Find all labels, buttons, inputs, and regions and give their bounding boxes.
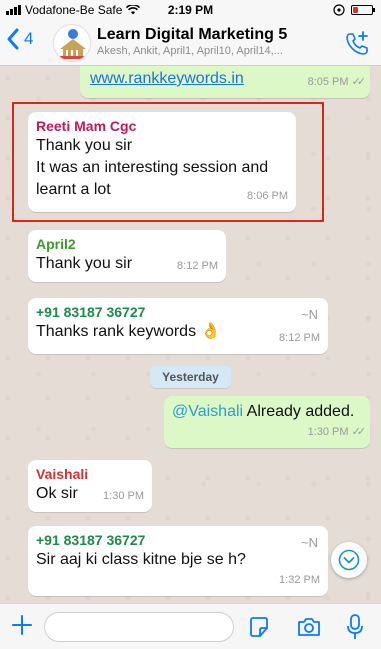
ok-hand-emoji: 👌 bbox=[200, 323, 221, 340]
scroll-down-button[interactable] bbox=[331, 542, 367, 578]
message-meta: 1:30 PM ✓✓ bbox=[307, 421, 367, 443]
group-info[interactable]: Learn Digital Marketing 5 Akesh, Ankit, … bbox=[97, 26, 317, 57]
message-time: 8:12 PM bbox=[177, 260, 218, 272]
message-meta: 8:05 PM ✓✓ bbox=[307, 71, 367, 93]
message-sender: April2 bbox=[36, 236, 76, 252]
message-bubble[interactable]: +91 83187 36727 ~N Thanks rank keywords … bbox=[28, 298, 328, 354]
double-check-icon: ✓✓ bbox=[351, 426, 367, 438]
highlight-box bbox=[12, 102, 324, 222]
clock: 2:19 PM bbox=[167, 3, 214, 17]
message-bubble[interactable]: Vaishali Ok sir 1:30 PM bbox=[28, 460, 152, 512]
message-meta: 8:12 PM bbox=[279, 327, 320, 349]
date-separator: Yesterday bbox=[150, 366, 231, 388]
message-link[interactable]: www.rankkeywords.in bbox=[90, 68, 244, 90]
message-bubble[interactable]: +91 83187 36727 ~N Sir aaj ki class kitn… bbox=[28, 526, 328, 596]
chat-header: 4 Learn Digital Marketing 5 Akesh, Ankit… bbox=[0, 20, 381, 66]
chevron-down-icon bbox=[338, 549, 360, 571]
message-meta: 1:30 PM bbox=[103, 485, 144, 507]
participants-list: Akesh, Ankit, April1, April10, April14,.… bbox=[97, 45, 283, 57]
message-bubble[interactable]: April2 Thank you sir 8:12 PM bbox=[28, 230, 226, 282]
chat-area[interactable]: www.rankkeywords.in 8:05 PM ✓✓ Reeti Mam… bbox=[0, 66, 381, 603]
group-name: Learn Digital Marketing 5 bbox=[97, 26, 288, 43]
message-sender: +91 83187 36727 bbox=[36, 532, 146, 548]
microphone-icon[interactable] bbox=[346, 613, 364, 641]
chevron-left-icon bbox=[7, 28, 19, 50]
status-right bbox=[333, 4, 375, 16]
message-sender: +91 83187 36727 bbox=[36, 304, 146, 320]
sender-tilde-name: ~N bbox=[301, 307, 318, 322]
message-text: Sir aaj ki class kitne bje se h? bbox=[36, 551, 246, 568]
add-call-icon[interactable] bbox=[343, 30, 371, 58]
message-sender: Vaishali bbox=[36, 466, 89, 482]
message-bubble[interactable]: www.rankkeywords.in 8:05 PM ✓✓ bbox=[80, 66, 370, 98]
battery-icon bbox=[351, 5, 375, 15]
sender-tilde-name: ~N bbox=[301, 535, 318, 550]
group-avatar-image bbox=[54, 25, 90, 61]
message-time: 1:30 PM bbox=[307, 426, 349, 438]
plus-icon[interactable] bbox=[10, 613, 34, 637]
camera-icon[interactable] bbox=[296, 615, 322, 639]
message-text: Already added. bbox=[243, 403, 355, 420]
message-bubble[interactable]: @Vaishali Already added. 1:30 PM ✓✓ bbox=[164, 396, 370, 448]
location-lock-icon bbox=[333, 4, 345, 16]
back-count: 4 bbox=[24, 29, 34, 48]
input-bar bbox=[0, 603, 381, 649]
group-avatar[interactable] bbox=[53, 24, 91, 62]
message-time: 1:32 PM bbox=[279, 574, 320, 586]
status-bar: Vodafone-Be Safe 2:19 PM bbox=[0, 0, 381, 20]
message-input[interactable] bbox=[44, 612, 234, 642]
message-time: 8:05 PM bbox=[307, 76, 349, 88]
double-check-icon: ✓✓ bbox=[351, 76, 367, 88]
sticker-icon[interactable] bbox=[247, 615, 271, 639]
mention-link[interactable]: @Vaishali bbox=[172, 403, 243, 420]
message-meta: 1:32 PM bbox=[279, 569, 320, 591]
message-time: 1:30 PM bbox=[103, 490, 144, 502]
back-button[interactable]: 4 bbox=[6, 28, 33, 50]
message-time: 8:12 PM bbox=[279, 332, 320, 344]
message-meta: 8:12 PM bbox=[177, 255, 218, 277]
message-text: Thanks rank keywords bbox=[36, 323, 197, 340]
